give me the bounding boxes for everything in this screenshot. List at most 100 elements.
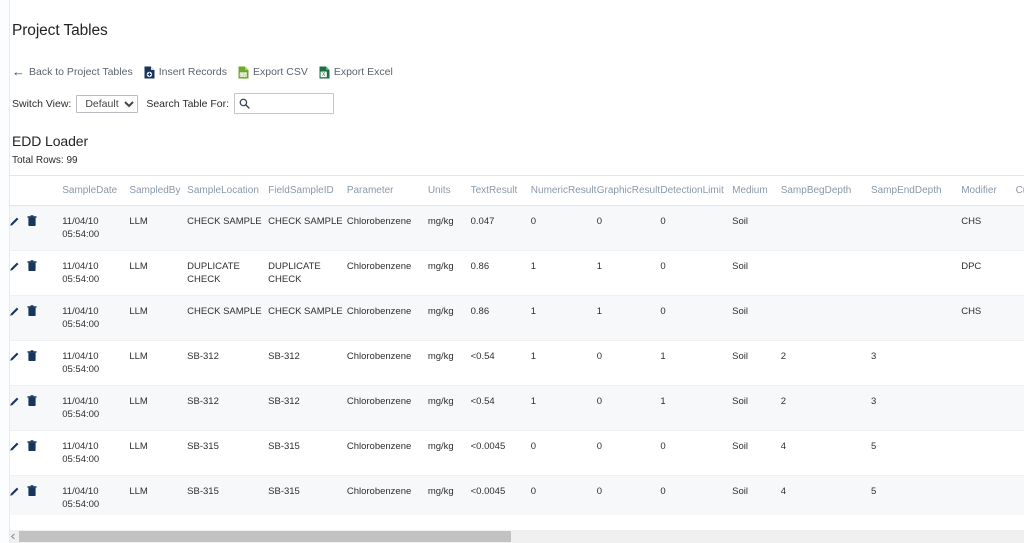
delete-row-icon[interactable] — [27, 305, 37, 321]
cell-graphicresult: 0 — [597, 341, 661, 386]
export-excel-icon: X — [319, 66, 330, 79]
cell-medium: Soil — [732, 206, 781, 251]
delete-row-icon[interactable] — [27, 350, 37, 366]
scroll-left-arrow-icon[interactable] — [8, 530, 19, 543]
edit-row-icon[interactable] — [9, 486, 20, 501]
data-grid-container: SampleDate SampledBy SampleLocation Fiel… — [8, 175, 1024, 515]
col-sampenddepth[interactable]: SampEndDepth — [871, 176, 961, 206]
cell-fieldsampleid: SB-315 — [268, 431, 347, 476]
cell-sampledby: LLM — [129, 341, 187, 386]
cell-sampledby: LLM — [129, 296, 187, 341]
export-excel-label: Export Excel — [334, 67, 393, 78]
cell-samplelocation: SB-315 — [187, 431, 268, 476]
delete-row-icon[interactable] — [27, 440, 37, 456]
cell-sampbegdepth — [781, 251, 871, 296]
cell-fieldsampleid: CHECK SAMPLE — [268, 206, 347, 251]
cell-graphicresult: 1 — [597, 251, 661, 296]
grid-body: 11/04/10 05:54:00LLMCHECK SAMPLECHECK SA… — [9, 206, 1024, 516]
cell-sampledby: LLM — [129, 386, 187, 431]
table-row[interactable]: 11/04/10 05:54:00LLMSB-312SB-312Chlorobe… — [9, 341, 1024, 386]
cell-sampledby: LLM — [129, 431, 187, 476]
cell-units: mg/kg — [428, 431, 471, 476]
col-customflag[interactable]: CustomFlag — [1016, 176, 1024, 206]
row-actions-cell — [9, 386, 62, 431]
cell-graphicresult: 1 — [597, 296, 661, 341]
col-fieldsampleid[interactable]: FieldSampleID — [268, 176, 347, 206]
toolbar: ← Back to Project Tables Insert Records — [12, 63, 1024, 81]
col-samplelocation[interactable]: SampleLocation — [187, 176, 268, 206]
table-row[interactable]: 11/04/10 05:54:00LLMSB-315SB-315Chlorobe… — [9, 431, 1024, 476]
cell-modifier — [961, 476, 1015, 516]
col-sampledby[interactable]: SampledBy — [129, 176, 187, 206]
delete-row-icon[interactable] — [27, 215, 37, 231]
col-medium[interactable]: Medium — [732, 176, 781, 206]
table-row[interactable]: 11/04/10 05:54:00LLMCHECK SAMPLECHECK SA… — [9, 206, 1024, 251]
search-table-input-wrap[interactable] — [234, 93, 334, 114]
edit-row-icon[interactable] — [9, 441, 20, 456]
edit-row-icon[interactable] — [9, 306, 20, 321]
col-detectionlimit[interactable]: DetectionLimit — [660, 176, 732, 206]
cell-units: mg/kg — [428, 386, 471, 431]
cell-graphicresult: 0 — [597, 206, 661, 251]
cell-detectionlimit: 0 — [660, 251, 732, 296]
delete-row-icon[interactable] — [27, 395, 37, 411]
table-row[interactable]: 11/04/10 05:54:00LLMCHECK SAMPLECHECK SA… — [9, 296, 1024, 341]
col-modifier[interactable]: Modifier — [961, 176, 1015, 206]
export-csv-link[interactable]: CSV Export CSV — [238, 66, 308, 79]
cell-fieldsampleid: DUPLICATE CHECK — [268, 251, 347, 296]
cell-graphicresult: 0 — [597, 386, 661, 431]
cell-numericresult: 1 — [531, 296, 597, 341]
cell-samplelocation: SB-312 — [187, 341, 268, 386]
cell-numericresult: 0 — [531, 206, 597, 251]
edit-row-icon[interactable] — [9, 216, 20, 231]
scrollbar-thumb[interactable] — [19, 531, 511, 542]
row-actions-cell — [9, 476, 62, 516]
col-graphicresult[interactable]: GraphicResult — [597, 176, 661, 206]
col-numericresult[interactable]: NumericResult — [531, 176, 597, 206]
cell-detectionlimit: 0 — [660, 296, 732, 341]
cell-textresult: 0.047 — [471, 206, 531, 251]
col-parameter[interactable]: Parameter — [347, 176, 428, 206]
cell-parameter: Chlorobenzene — [347, 296, 428, 341]
cell-fieldsampleid: CHECK SAMPLE — [268, 296, 347, 341]
col-units[interactable]: Units — [428, 176, 471, 206]
delete-row-icon[interactable] — [27, 485, 37, 501]
cell-parameter: Chlorobenzene — [347, 206, 428, 251]
edit-row-icon[interactable] — [9, 396, 20, 411]
col-sampbegdepth[interactable]: SampBegDepth — [781, 176, 871, 206]
horizontal-scrollbar[interactable] — [8, 530, 1024, 543]
grid-header: SampleDate SampledBy SampleLocation Fiel… — [9, 176, 1024, 206]
table-row[interactable]: 11/04/10 05:54:00LLMDUPLICATE CHECKDUPLI… — [9, 251, 1024, 296]
edit-row-icon[interactable] — [9, 261, 20, 276]
search-table-input[interactable] — [250, 95, 333, 112]
cell-customflag — [1016, 296, 1024, 341]
delete-row-icon[interactable] — [27, 260, 37, 276]
col-sampledate[interactable]: SampleDate — [62, 176, 129, 206]
table-row[interactable]: 11/04/10 05:54:00LLMSB-315SB-315Chlorobe… — [9, 476, 1024, 516]
scrollbar-track[interactable] — [511, 530, 1024, 543]
cell-modifier: DPC — [961, 251, 1015, 296]
cell-sampbegdepth: 2 — [781, 386, 871, 431]
cell-medium: Soil — [732, 251, 781, 296]
cell-sampledby: LLM — [129, 206, 187, 251]
insert-records-link[interactable]: Insert Records — [144, 66, 227, 79]
cell-sampbegdepth — [781, 206, 871, 251]
export-csv-label: Export CSV — [253, 67, 308, 78]
cell-sampenddepth — [871, 206, 961, 251]
switch-view-select[interactable]: Default — [76, 95, 138, 113]
col-actions[interactable] — [9, 176, 62, 206]
table-row[interactable]: 11/04/10 05:54:00LLMSB-312SB-312Chlorobe… — [9, 386, 1024, 431]
back-to-project-tables-link[interactable]: ← Back to Project Tables — [12, 66, 133, 79]
cell-parameter: Chlorobenzene — [347, 476, 428, 516]
cell-medium: Soil — [732, 476, 781, 516]
export-excel-link[interactable]: X Export Excel — [319, 66, 393, 79]
data-grid: SampleDate SampledBy SampleLocation Fiel… — [9, 176, 1024, 515]
insert-records-icon — [144, 66, 155, 79]
export-csv-icon: CSV — [238, 66, 249, 79]
cell-units: mg/kg — [428, 296, 471, 341]
cell-sampbegdepth: 4 — [781, 476, 871, 516]
cell-samplelocation: SB-312 — [187, 386, 268, 431]
row-actions-cell — [9, 251, 62, 296]
col-textresult[interactable]: TextResult — [471, 176, 531, 206]
edit-row-icon[interactable] — [9, 351, 20, 366]
